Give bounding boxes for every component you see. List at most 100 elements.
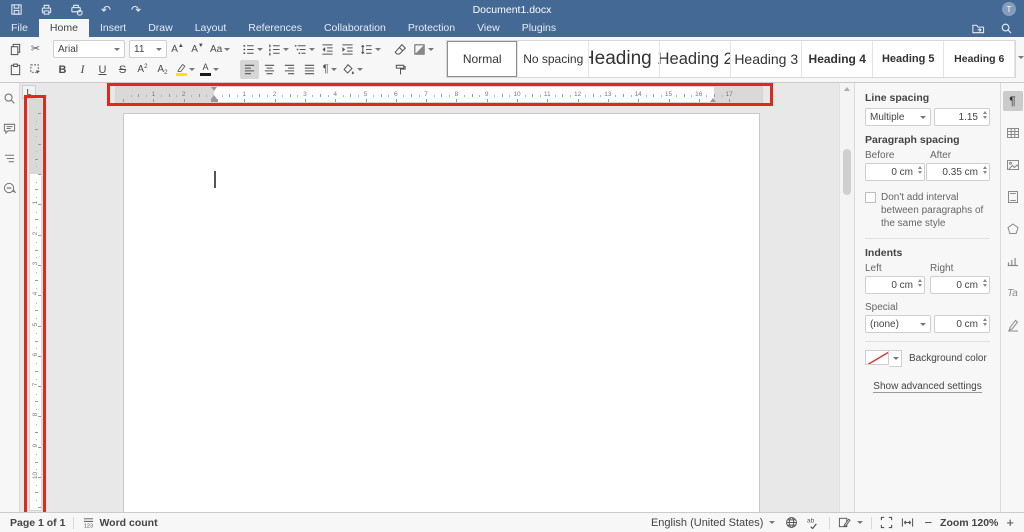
scroll-up-arrow-icon[interactable] — [844, 87, 850, 91]
superscript-button[interactable]: A2 — [133, 60, 152, 79]
shape-settings-icon[interactable] — [1003, 219, 1023, 239]
indent-left-spinner[interactable]: 0 cm — [865, 276, 925, 294]
comments-icon[interactable] — [2, 121, 17, 136]
track-changes-button[interactable] — [838, 516, 863, 529]
font-color-button[interactable]: A — [198, 60, 221, 79]
document-canvas[interactable]: L 211234567891011121314151617 1234567891… — [20, 83, 839, 512]
text-art-settings-icon[interactable]: Ta — [1003, 283, 1023, 303]
highlight-color-button[interactable] — [173, 60, 197, 79]
horizontal-ruler[interactable]: 211234567891011121314151617 — [115, 86, 763, 103]
special-indent-spinner[interactable]: 0 cm — [934, 315, 990, 333]
multilevel-list-button[interactable] — [292, 40, 317, 59]
line-spacing-button[interactable] — [358, 40, 383, 59]
line-spacing-select[interactable]: Multiple — [865, 108, 931, 126]
header-footer-settings-icon[interactable] — [1003, 187, 1023, 207]
clear-style-button[interactable] — [391, 40, 410, 59]
fit-to-width-icon[interactable] — [901, 516, 914, 529]
numbering-button[interactable] — [266, 40, 291, 59]
word-count-button[interactable]: 123 Word count — [82, 516, 157, 529]
background-color-picker[interactable] — [865, 350, 902, 367]
zoom-in-button[interactable]: + — [1006, 515, 1014, 530]
user-avatar[interactable]: T — [1002, 2, 1016, 16]
align-right-button[interactable] — [280, 60, 299, 79]
vertical-scrollbar[interactable] — [839, 83, 854, 512]
change-case-button[interactable]: Aa — [208, 40, 232, 59]
styles-gallery-more-button[interactable] — [1016, 39, 1024, 75]
zoom-level-indicator[interactable]: Zoom 120% — [940, 517, 998, 529]
style-heading-6[interactable]: Heading 6 — [944, 41, 1015, 77]
chart-settings-icon[interactable] — [1003, 251, 1023, 271]
cut-button[interactable]: ✂ — [26, 40, 45, 59]
spell-checking-icon[interactable]: ab — [807, 516, 821, 529]
spacing-before-spinner[interactable]: 0 cm — [865, 163, 925, 181]
decrement-font-size-button[interactable]: A▼ — [188, 40, 207, 59]
tab-layout[interactable]: Layout — [184, 19, 238, 37]
table-settings-icon[interactable] — [1003, 123, 1023, 143]
print-icon[interactable] — [38, 2, 54, 18]
font-size-combo[interactable]: 11 — [129, 40, 167, 58]
align-left-button[interactable] — [240, 60, 259, 79]
tab-home[interactable]: Home — [39, 19, 89, 37]
fit-to-page-icon[interactable] — [880, 516, 893, 529]
language-selector[interactable]: English (United States) — [651, 517, 776, 529]
tab-protection[interactable]: Protection — [397, 19, 466, 37]
document-page[interactable] — [123, 113, 760, 512]
open-file-location-icon[interactable] — [970, 20, 986, 36]
save-icon[interactable] — [8, 2, 24, 18]
justify-button[interactable] — [300, 60, 319, 79]
scrollbar-thumb[interactable] — [843, 149, 851, 195]
first-line-indent-marker[interactable] — [211, 87, 217, 91]
style-heading-5[interactable]: Heading 5 — [873, 41, 944, 77]
signature-settings-icon[interactable] — [1003, 315, 1023, 335]
paragraph-settings-icon[interactable]: ¶ — [1003, 91, 1023, 111]
font-name-combo[interactable]: Arial — [53, 40, 125, 58]
redo-icon[interactable]: ↷ — [128, 2, 144, 18]
paste-button[interactable] — [6, 60, 25, 79]
tab-references[interactable]: References — [237, 19, 313, 37]
zoom-out-button[interactable]: − — [924, 515, 932, 530]
bold-button[interactable]: B — [53, 60, 72, 79]
spacing-after-spinner[interactable]: 0.35 cm — [926, 163, 990, 181]
decrease-indent-button[interactable] — [318, 40, 337, 59]
tab-stop-selector[interactable]: L — [22, 85, 36, 99]
find-icon[interactable] — [2, 91, 17, 106]
style-heading-3[interactable]: Heading 3 — [731, 41, 802, 77]
undo-icon[interactable]: ↶ — [98, 2, 114, 18]
search-icon[interactable] — [998, 20, 1014, 36]
style-heading-4[interactable]: Heading 4 — [802, 41, 873, 77]
set-document-language-icon[interactable] — [785, 516, 798, 529]
special-indent-select[interactable]: (none) — [865, 315, 931, 333]
style-heading-1[interactable]: Heading 1 — [589, 41, 660, 77]
vertical-ruler[interactable]: 12345678910 — [29, 99, 42, 511]
copy-style-button[interactable] — [391, 60, 410, 79]
tab-view[interactable]: View — [466, 19, 511, 37]
increase-indent-button[interactable] — [338, 40, 357, 59]
style-heading-2[interactable]: Heading 2 — [660, 41, 731, 77]
underline-button[interactable]: U — [93, 60, 112, 79]
subscript-button[interactable]: A2 — [153, 60, 172, 79]
style-no-spacing[interactable]: No spacing — [518, 41, 589, 77]
italic-button[interactable]: I — [73, 60, 92, 79]
increment-font-size-button[interactable]: A▲ — [168, 40, 187, 59]
paragraph-shading-button[interactable] — [340, 60, 365, 79]
line-spacing-value-spinner[interactable]: 1.15 — [934, 108, 990, 126]
image-settings-icon[interactable] — [1003, 155, 1023, 175]
show-advanced-settings-link[interactable]: Show advanced settings — [873, 381, 981, 393]
tab-draw[interactable]: Draw — [137, 19, 184, 37]
right-indent-marker[interactable] — [710, 98, 716, 102]
left-indent-marker[interactable] — [211, 99, 218, 102]
nonprinting-characters-button[interactable]: ¶ — [320, 60, 339, 79]
quick-print-icon[interactable] — [68, 2, 84, 18]
navigation-headings-icon[interactable] — [2, 151, 17, 166]
align-center-button[interactable] — [260, 60, 279, 79]
tab-insert[interactable]: Insert — [89, 19, 137, 37]
copy-button[interactable] — [6, 40, 25, 59]
bullets-button[interactable] — [240, 40, 265, 59]
tab-file[interactable]: File — [0, 19, 39, 37]
select-all-button[interactable] — [26, 60, 45, 79]
page-number-indicator[interactable]: Page 1 of 1 — [10, 517, 65, 529]
feedback-support-icon[interactable] — [2, 181, 17, 196]
tab-plugins[interactable]: Plugins — [511, 19, 567, 37]
tab-collaboration[interactable]: Collaboration — [313, 19, 397, 37]
no-interval-checkbox[interactable] — [865, 192, 876, 203]
